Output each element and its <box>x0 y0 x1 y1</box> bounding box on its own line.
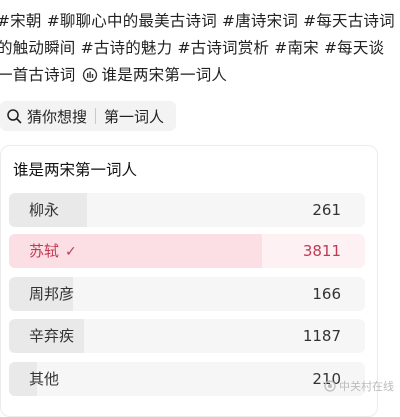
poll-option-2[interactable]: 周邦彦 166 <box>9 277 365 311</box>
hashtag-line-3-tag[interactable]: 一首古诗词 <box>0 66 76 84</box>
poll-option-1[interactable]: 苏轼 ✓ 3811 <box>9 234 365 268</box>
poll-option-3-label: 辛弃疾 <box>29 327 75 345</box>
poll-option-4[interactable]: 其他 210 <box>9 362 365 396</box>
poll-option-0-label: 柳永 <box>29 201 60 219</box>
poll-option-2-label: 周邦彦 <box>29 285 75 303</box>
post-hashtags: #宋朝 #聊聊心中的最美古诗词 #唐诗宋词 #每天古诗词 的触动瞬间 #古诗的魅… <box>0 8 400 89</box>
poll-link[interactable]: 谁是两宋第一词人 <box>102 66 228 84</box>
check-icon: ✓ <box>65 244 77 260</box>
search-icon <box>7 109 22 124</box>
hashtag-line-1[interactable]: #宋朝 #聊聊心中的最美古诗词 #唐诗宋词 #每天古诗词 <box>0 8 400 35</box>
poll-card: 谁是两宋第一词人 柳永 261 苏轼 ✓ 3811 周邦彦 166 辛弃疾 118… <box>0 145 378 417</box>
watermark-logo-icon <box>324 380 336 392</box>
hashtag-line-2[interactable]: 的触动瞬间 #古诗的魅力 #古诗词赏析 #南宋 #每天谈 <box>0 35 400 62</box>
watermark-text: 中关村在线 <box>339 380 394 393</box>
suggested-search-label: 猜你想搜 <box>27 107 88 126</box>
poll-option-3-count: 1187 <box>302 327 341 345</box>
poll-option-2-count: 166 <box>312 285 341 303</box>
poll-option-1-label: 苏轼 <box>29 242 60 260</box>
poll-option-4-label: 其他 <box>29 370 60 388</box>
poll-option-1-label-wrap: 苏轼 ✓ <box>29 234 77 268</box>
suggested-search-chip[interactable]: 猜你想搜 第一词人 <box>0 101 176 131</box>
poll-option-0-count: 261 <box>312 201 341 219</box>
poll-option-3[interactable]: 辛弃疾 1187 <box>9 319 365 353</box>
chip-divider <box>95 108 97 124</box>
poll-icon <box>82 67 97 83</box>
suggested-search-query[interactable]: 第一词人 <box>104 106 164 127</box>
poll-option-0[interactable]: 柳永 261 <box>9 193 365 227</box>
poll-option-1-count: 3811 <box>302 242 341 260</box>
hashtag-line-3: 一首古诗词 谁是两宋第一词人 <box>0 62 400 89</box>
poll-title: 谁是两宋第一词人 <box>13 161 138 179</box>
watermark: 中关村在线 <box>324 378 394 394</box>
